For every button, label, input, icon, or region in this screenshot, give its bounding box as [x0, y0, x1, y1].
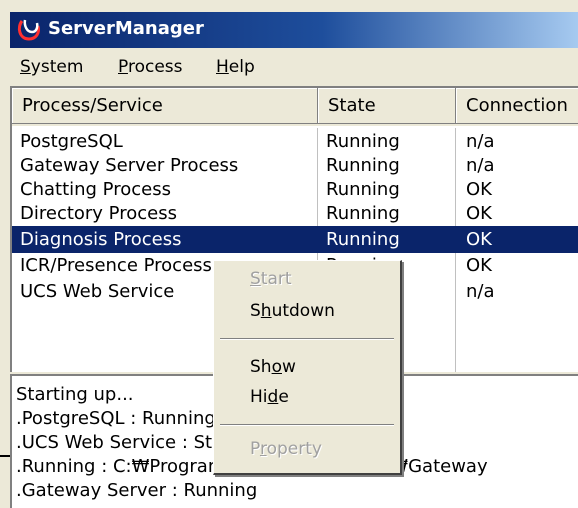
menu-separator	[220, 424, 394, 426]
process-state: Running	[326, 229, 400, 250]
process-state: Running	[326, 179, 400, 200]
log-line: .Gateway Server : Running	[16, 480, 258, 501]
column-header-state[interactable]: State	[318, 88, 456, 124]
table-row[interactable]: Chatting Process Running OK	[12, 176, 578, 203]
process-connection: OK	[466, 179, 492, 200]
title-bar[interactable]: ServerManager	[10, 12, 578, 48]
column-header-connection[interactable]: Connection	[456, 88, 578, 124]
column-header-process[interactable]: Process/Service	[12, 88, 318, 124]
log-line: Starting up...	[16, 384, 134, 405]
menu-item-shutdown[interactable]: Shutdown	[250, 301, 335, 321]
process-name: Directory Process	[20, 203, 177, 224]
frame-edge	[0, 455, 10, 457]
table-row[interactable]: Gateway Server Process Running n/a	[12, 152, 578, 179]
menu-item-hide[interactable]: Hide	[250, 387, 289, 407]
menu-system[interactable]: System	[20, 57, 83, 77]
process-name: Gateway Server Process	[20, 155, 239, 176]
app-logo-icon	[17, 19, 40, 41]
process-state: Running	[326, 203, 400, 224]
table-row[interactable]: PostgreSQL Running n/a	[12, 128, 578, 155]
window-title: ServerManager	[48, 18, 204, 39]
table-row-selected[interactable]: Diagnosis Process Running OK	[12, 226, 578, 253]
log-line: .PostgreSQL : Running	[16, 408, 216, 429]
process-name: Chatting Process	[20, 179, 171, 200]
context-menu: Start Shutdown Show Hide Property	[213, 260, 402, 475]
process-state: Running	[326, 155, 400, 176]
menu-bar: System Process Help	[10, 52, 578, 82]
process-name: Diagnosis Process	[20, 229, 182, 250]
process-connection: OK	[466, 229, 492, 250]
table-row[interactable]: Directory Process Running OK	[12, 200, 578, 227]
process-connection: n/a	[466, 131, 495, 152]
process-state: Running	[326, 131, 400, 152]
menu-item-property[interactable]: Property	[250, 439, 322, 459]
process-connection: n/a	[466, 155, 495, 176]
process-connection: OK	[466, 203, 492, 224]
process-name: PostgreSQL	[20, 131, 123, 152]
process-connection: n/a	[466, 281, 495, 302]
menu-separator	[220, 338, 394, 340]
menu-item-show[interactable]: Show	[250, 357, 296, 377]
server-manager-window: ServerManager System Process Help Proces…	[0, 0, 578, 508]
menu-item-start[interactable]: Start	[250, 269, 292, 289]
list-header: Process/Service State Connection	[12, 88, 578, 126]
process-connection: OK	[466, 255, 492, 276]
menu-process[interactable]: Process	[118, 57, 183, 77]
menu-help[interactable]: Help	[216, 57, 255, 77]
